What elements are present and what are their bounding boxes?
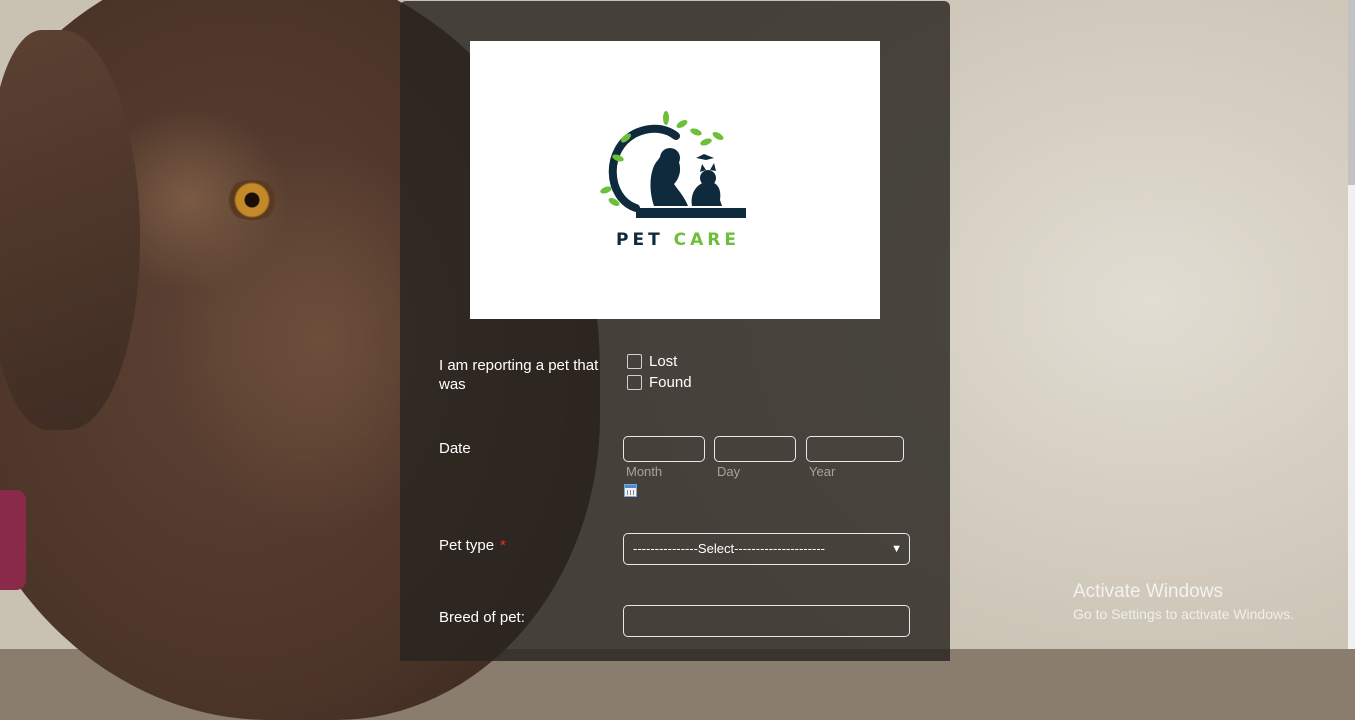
pet-type-label-text: Pet type (439, 537, 495, 554)
month-input[interactable] (623, 436, 705, 462)
activate-windows-title: Activate Windows (1073, 581, 1223, 602)
month-sublabel: Month (626, 464, 663, 479)
required-asterisk: * (500, 537, 506, 554)
year-sublabel: Year (809, 464, 836, 479)
found-checkbox[interactable] (627, 375, 642, 390)
date-label: Date (439, 440, 471, 457)
calendar-icon[interactable] (624, 484, 637, 497)
breed-label: Breed of pet: (439, 609, 525, 626)
pet-care-logo-icon (600, 111, 746, 218)
scrollbar-thumb[interactable] (1348, 0, 1355, 185)
found-label[interactable]: Found (649, 374, 692, 391)
pet-type-label: Pet type * (439, 536, 506, 555)
breed-input[interactable] (623, 605, 910, 637)
report-label: I am reporting a pet that was (439, 357, 599, 393)
day-sublabel: Day (717, 464, 741, 479)
dog-collar (0, 490, 26, 590)
lost-checkbox[interactable] (627, 354, 642, 369)
option-lost[interactable]: Lost (627, 353, 677, 370)
dog-eye (222, 180, 282, 220)
pet-type-select[interactable]: ---------------Select-------------------… (623, 533, 910, 565)
day-input[interactable] (714, 436, 796, 462)
logo-word-pet: PET (616, 230, 664, 250)
activate-windows-subtitle: Go to Settings to activate Windows. (1073, 606, 1294, 622)
chevron-down-icon: ▼ (891, 543, 902, 555)
lost-label[interactable]: Lost (649, 353, 677, 370)
vertical-scrollbar[interactable] (1348, 0, 1355, 649)
logo-word-care: CARE (673, 230, 741, 250)
pet-type-select-value: ---------------Select-------------------… (633, 541, 825, 556)
year-input[interactable] (806, 436, 904, 462)
logo-wordmark: PET CARE (616, 230, 740, 250)
option-found[interactable]: Found (627, 374, 692, 391)
